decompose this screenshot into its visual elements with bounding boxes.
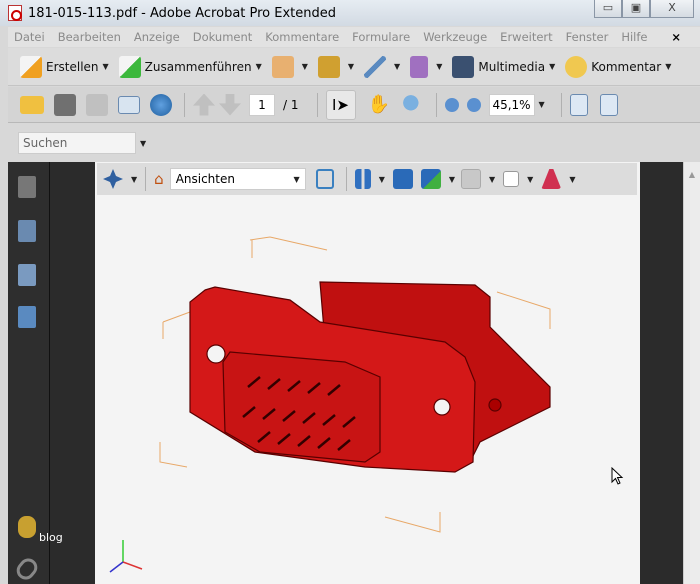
cross-section-icon[interactable] — [541, 169, 562, 189]
menu-formulare[interactable]: Formulare — [352, 30, 410, 44]
menu-anzeige[interactable]: Anzeige — [134, 30, 180, 44]
model-tree-toggle-icon[interactable] — [315, 169, 334, 189]
sign-button[interactable]: ▼ — [364, 55, 400, 78]
menu-bar: Datei Bearbeiten Anzeige Dokument Kommen… — [8, 27, 700, 47]
select-tool-icon[interactable]: I➤ — [325, 89, 356, 120]
multimedia-button[interactable]: Multimedia ▼ — [452, 55, 555, 78]
search-dropdown[interactable]: ▼ — [140, 139, 146, 148]
lighting-lamp-icon[interactable] — [461, 169, 481, 189]
pdf-page: ▼ ⌂ Ansichten ▼ ▼ ▼ ▼ ▼ ▼ — [95, 162, 640, 584]
menu-fenster[interactable]: Fenster — [566, 30, 609, 44]
page-total: / 1 — [283, 97, 299, 112]
blog-label: blog — [39, 531, 63, 544]
save-icon[interactable] — [86, 93, 108, 116]
model-tree-icon[interactable] — [18, 306, 36, 328]
secure-button[interactable]: ▼ — [317, 55, 354, 78]
title-bar: 181-015-113.pdf - Adobe Acrobat Pro Exte… — [0, 0, 700, 26]
window-title: 181-015-113.pdf - Adobe Acrobat Pro Exte… — [28, 5, 337, 21]
maximize-button[interactable]: ▣ — [622, 0, 650, 18]
users-icon — [271, 55, 294, 78]
create-button[interactable]: Erstellen ▼ — [20, 55, 109, 78]
projection-icon[interactable] — [354, 169, 371, 189]
combine-button[interactable]: Zusammenführen ▼ — [118, 55, 262, 78]
document-background-right — [640, 162, 683, 584]
home-view-icon[interactable]: ⌂ — [154, 170, 164, 188]
fit-width-icon[interactable] — [569, 93, 588, 116]
axis-triad — [109, 540, 143, 573]
attachments-icon[interactable] — [13, 554, 41, 584]
comment-icon — [565, 55, 588, 78]
menu-kommentare[interactable]: Kommentare — [265, 30, 339, 44]
rotate-tool-icon[interactable] — [103, 169, 123, 189]
close-button[interactable]: X — [650, 0, 694, 18]
views-dropdown[interactable]: Ansichten ▼ — [169, 168, 306, 190]
search-input[interactable]: Suchen — [18, 132, 136, 154]
hand-tool-icon[interactable]: ✋ — [368, 94, 390, 116]
connector-model — [189, 281, 551, 473]
mouse-cursor-icon — [611, 467, 624, 485]
zoom-dropdown[interactable]: ▼ — [539, 100, 545, 109]
comments-icon[interactable] — [18, 516, 36, 538]
email-icon[interactable] — [118, 95, 140, 114]
menu-erweitert[interactable]: Erweitert — [500, 30, 553, 44]
3d-toolbar: ▼ ⌂ Ansichten ▼ ▼ ▼ ▼ ▼ ▼ — [97, 163, 637, 195]
comment-button[interactable]: Kommentar ▼ — [565, 55, 671, 78]
tasks-toolbar: Erstellen ▼ Zusammenführen ▼ ▼ ▼ ▼ ▼ Multi… — [8, 48, 700, 86]
signatures-icon[interactable] — [18, 264, 36, 286]
vertical-scrollbar[interactable]: ▲ — [683, 162, 700, 584]
rotate-dropdown[interactable]: ▼ — [131, 175, 137, 184]
open-folder-icon[interactable] — [20, 95, 44, 114]
menu-dokument[interactable]: Dokument — [193, 30, 253, 44]
marquee-zoom-icon[interactable] — [401, 93, 424, 116]
lock-icon — [317, 55, 340, 78]
close-document-button[interactable]: × — [671, 30, 681, 44]
collaborate-button[interactable]: ▼ — [271, 55, 308, 78]
zoom-in-icon[interactable] — [466, 97, 481, 112]
form-icon — [410, 55, 429, 78]
render-mode-icon[interactable] — [392, 169, 413, 189]
next-page-icon[interactable] — [219, 93, 241, 116]
lighting-cube-icon[interactable] — [420, 169, 441, 189]
pdf-file-icon — [8, 5, 22, 21]
print-icon[interactable] — [54, 93, 76, 116]
upload-globe-icon[interactable] — [150, 93, 172, 116]
background-color-icon[interactable] — [503, 171, 520, 187]
scroll-up-icon[interactable]: ▲ — [684, 170, 700, 179]
pages-icon[interactable] — [18, 176, 36, 198]
navigation-pane — [8, 162, 49, 584]
zoom-out-icon[interactable] — [444, 97, 459, 112]
zoom-level-input[interactable]: 45,1% — [488, 93, 535, 116]
search-toolbar: Suchen ▼ — [8, 124, 700, 162]
previous-page-icon[interactable] — [193, 93, 215, 116]
forms-button[interactable]: ▼ — [410, 55, 442, 78]
file-toolbar: 1 / 1 I➤ ✋ 45,1% ▼ — [8, 87, 700, 123]
bookmarks-icon[interactable] — [18, 220, 36, 242]
menu-bearbeiten[interactable]: Bearbeiten — [58, 30, 121, 44]
document-background — [50, 162, 95, 584]
minimize-button[interactable]: ▭ — [594, 0, 622, 18]
create-icon — [20, 55, 42, 78]
3d-model-view[interactable] — [95, 162, 640, 584]
combine-icon — [118, 55, 141, 78]
film-icon — [452, 55, 475, 78]
page-number-input[interactable]: 1 — [249, 93, 275, 116]
menu-werkzeuge[interactable]: Werkzeuge — [423, 30, 487, 44]
pen-icon — [364, 55, 387, 78]
menu-datei[interactable]: Datei — [14, 30, 45, 44]
fit-page-icon[interactable] — [599, 93, 618, 116]
menu-hilfe[interactable]: Hilfe — [621, 30, 647, 44]
